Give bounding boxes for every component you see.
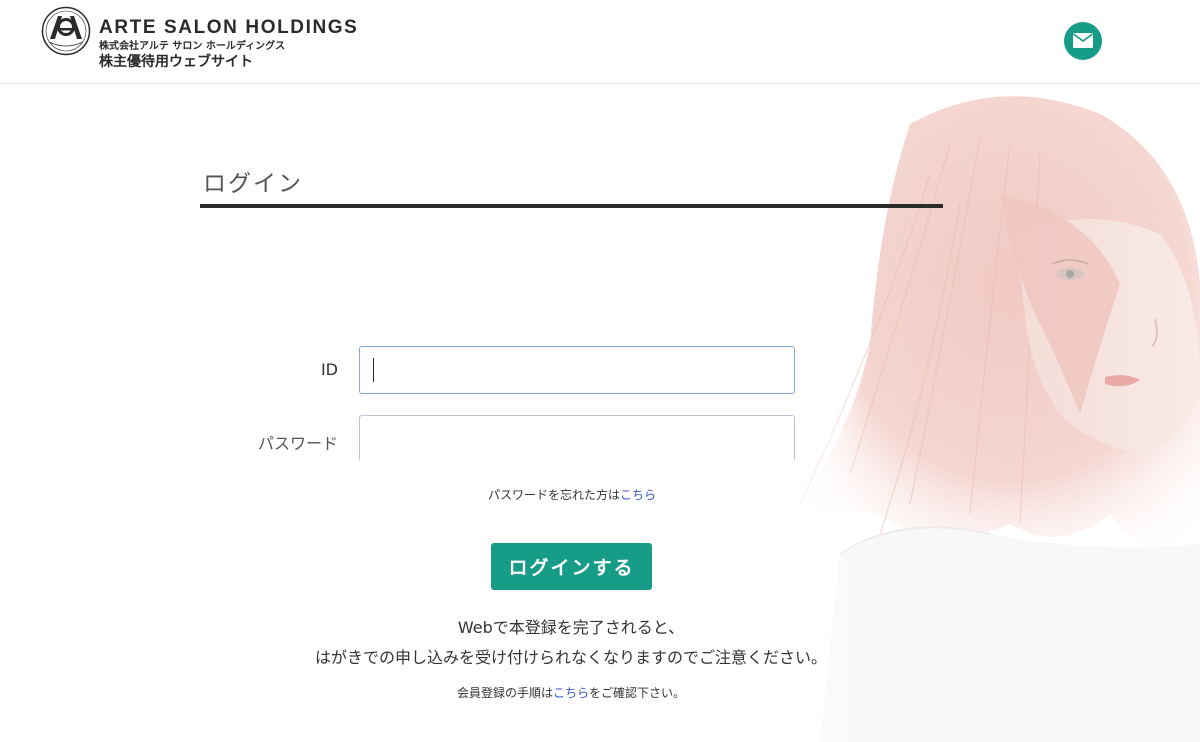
site-header: ARTE SALON HOLDINGS 株式会社アルテ サロン ホールディングス… xyxy=(0,0,1200,84)
register-suffix: をご確認下さい。 xyxy=(589,686,686,700)
register-prefix: 会員登録の手順は xyxy=(456,686,553,700)
notice-line-1: Webで本登録を完了されると、 xyxy=(457,618,685,637)
register-guide-text: 会員登録の手順はこちらをご確認下さい。 xyxy=(0,684,1142,701)
forgot-password-prefix: パスワードを忘れた方は xyxy=(487,488,620,502)
brand-name-jp: 株式会社アルテ サロン ホールディングス xyxy=(99,41,286,52)
password-label: パスワード xyxy=(257,434,338,453)
brand-name-en: ARTE SALON HOLDINGS xyxy=(99,17,359,38)
id-label: ID xyxy=(320,360,338,379)
company-logo-icon[interactable] xyxy=(41,6,91,56)
id-input[interactable] xyxy=(359,346,795,394)
login-content: ログイン ID パスワード パスワードを忘れた方はこちら ログインする Webで… xyxy=(0,84,1200,742)
page-title: ログイン xyxy=(203,171,303,197)
title-divider xyxy=(200,204,943,208)
password-input[interactable] xyxy=(359,415,795,462)
contact-mail-button[interactable] xyxy=(1064,22,1102,60)
forgot-password-link[interactable]: こちら xyxy=(620,488,656,502)
mail-icon xyxy=(1073,33,1093,48)
register-guide-link[interactable]: こちら xyxy=(553,686,589,700)
text-caret xyxy=(373,358,374,382)
notice-line-2: はがきでの申し込みを受け付けられなくなりますのでご注意ください。 xyxy=(314,648,827,667)
login-button[interactable]: ログインする xyxy=(491,543,652,590)
forgot-password-text: パスワードを忘れた方はこちら xyxy=(0,486,1144,503)
site-name: 株主優待用ウェブサイト xyxy=(99,54,253,70)
